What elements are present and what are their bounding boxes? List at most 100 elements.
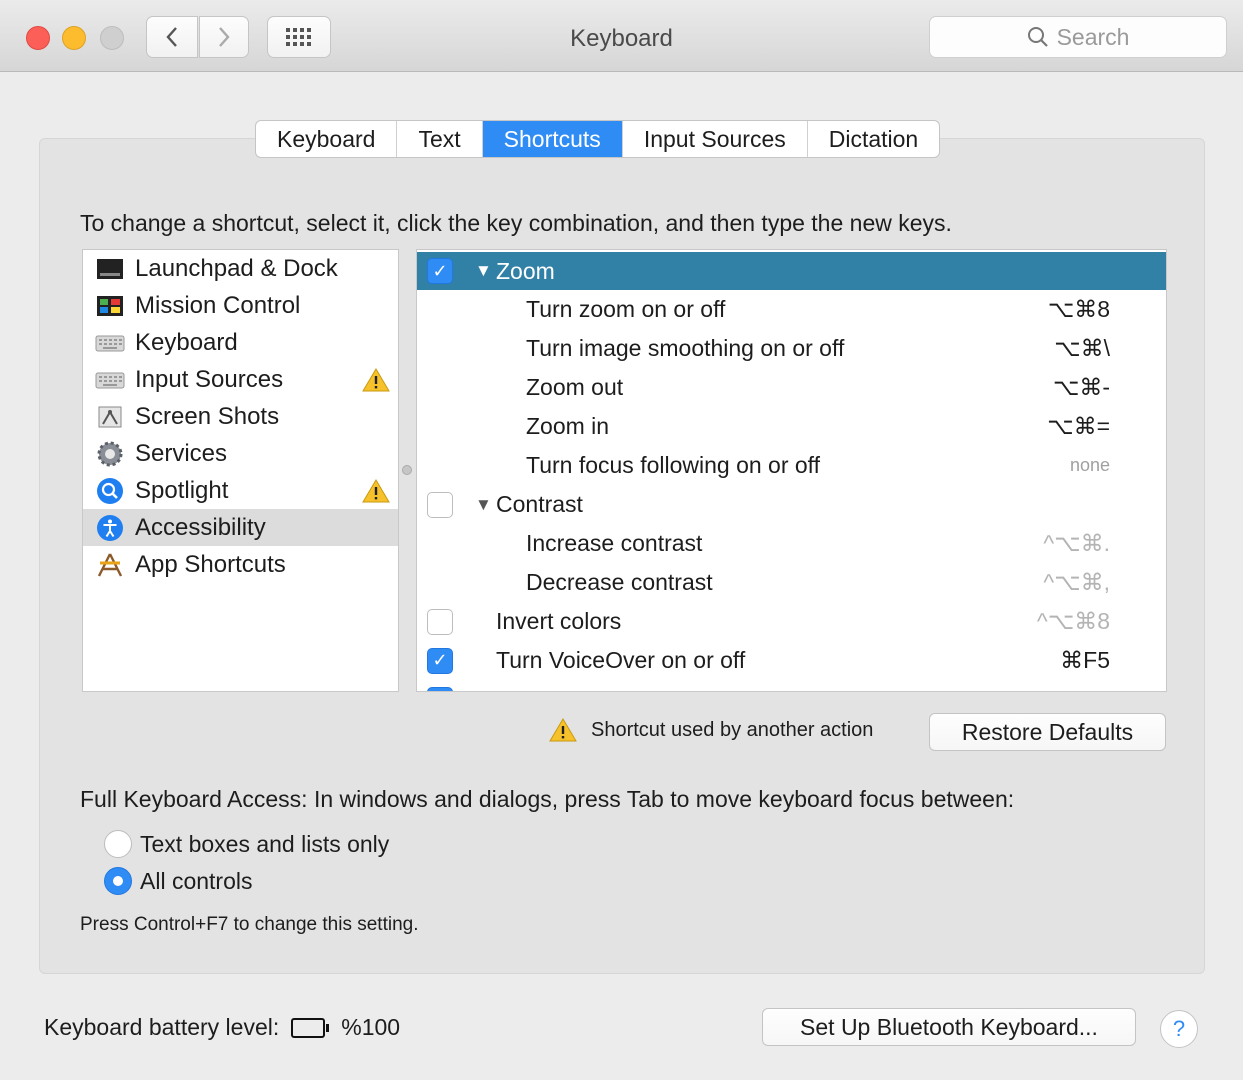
category-screen-shots[interactable]: Screen Shots xyxy=(83,398,398,435)
shortcut-label: Decrease contrast xyxy=(526,569,713,595)
shortcut-keys[interactable]: ⌥⌘8 xyxy=(1048,296,1110,323)
launchpad-icon xyxy=(95,256,125,282)
shortcut-checkbox[interactable]: ✓ xyxy=(427,686,453,691)
shortcut-row[interactable]: Invert colors ^⌥⌘8 xyxy=(417,602,1166,641)
category-spotlight[interactable]: Spotlight xyxy=(83,472,398,509)
tab-text[interactable]: Text xyxy=(397,121,483,157)
category-label: Services xyxy=(135,439,228,467)
search-placeholder: Search xyxy=(1056,23,1130,50)
shortcut-keys[interactable]: ⌥⌘\ xyxy=(1054,335,1110,362)
shortcut-label: Turn focus following on or off xyxy=(526,452,821,478)
tab-keyboard[interactable]: Keyboard xyxy=(256,121,398,157)
battery-level: Keyboard battery level: %100 xyxy=(44,1014,400,1041)
shortcut-label: Turn image smoothing on or off xyxy=(526,335,845,361)
disclosure-triangle-icon[interactable]: ▼ xyxy=(475,495,492,515)
setup-bluetooth-keyboard-button[interactable]: Set Up Bluetooth Keyboard... xyxy=(762,1008,1136,1046)
category-app-shortcuts[interactable]: App Shortcuts xyxy=(83,546,398,583)
radio-label: Text boxes and lists only xyxy=(140,830,390,857)
shortcut-row[interactable]: Decrease contrast ^⌥⌘, xyxy=(417,563,1166,602)
radio-label: All controls xyxy=(140,867,253,894)
shortcut-keys[interactable]: none xyxy=(1070,455,1110,476)
tab-dictation[interactable]: Dictation xyxy=(808,121,939,157)
category-list: Launchpad & Dock Mission Control Keyboar… xyxy=(82,249,399,692)
search-field[interactable]: Search xyxy=(929,16,1227,58)
shortcut-checkbox[interactable]: ✓ xyxy=(427,258,453,284)
full-keyboard-access-label: Full Keyboard Access: In windows and dia… xyxy=(80,786,1015,812)
category-launchpad-dock[interactable]: Launchpad & Dock xyxy=(83,250,398,287)
tab-input-sources[interactable]: Input Sources xyxy=(623,121,808,157)
restore-defaults-button[interactable]: Restore Defaults xyxy=(929,713,1166,751)
instructions-text: To change a shortcut, select it, click t… xyxy=(80,210,952,236)
screenshot-icon xyxy=(95,404,125,430)
radio-button[interactable] xyxy=(104,830,132,858)
shortcut-row[interactable]: ✓ Turn VoiceOver on or off ⌘F5 xyxy=(417,641,1166,680)
warning-icon xyxy=(362,479,390,510)
mission-control-icon xyxy=(95,293,125,319)
shortcut-checkbox[interactable] xyxy=(427,491,453,518)
shortcut-keys[interactable]: ^⌥⌘. xyxy=(1043,530,1110,557)
shortcut-checkbox[interactable]: ✓ xyxy=(427,647,453,674)
battery-label: Keyboard battery level: xyxy=(44,1014,280,1040)
shortcut-row[interactable]: Turn focus following on or off none xyxy=(417,446,1166,485)
shortcut-group-contrast[interactable]: ▼ Contrast xyxy=(417,485,1166,524)
shortcut-keys[interactable]: ⌥⌘= xyxy=(1047,413,1110,440)
battery-value: %100 xyxy=(341,1014,401,1040)
shortcut-label: Turn zoom on or off xyxy=(526,296,726,322)
shortcut-row[interactable]: Zoom in ⌥⌘= xyxy=(417,407,1166,446)
shortcut-row[interactable]: Turn image smoothing on or off ⌥⌘\ xyxy=(417,329,1166,368)
shortcut-keys[interactable]: ^⌥⌘, xyxy=(1043,569,1110,596)
category-services[interactable]: Services xyxy=(83,435,398,472)
shortcut-row[interactable]: Increase contrast ^⌥⌘. xyxy=(417,524,1166,563)
warning-text: Shortcut used by another action xyxy=(591,718,874,741)
category-keyboard[interactable]: Keyboard xyxy=(83,324,398,361)
category-label: Screen Shots xyxy=(135,402,280,430)
category-accessibility[interactable]: Accessibility xyxy=(83,509,398,546)
shortcut-group-zoom[interactable]: ✓ ▼ Zoom xyxy=(417,252,1166,290)
shortcut-row[interactable]: Turn zoom on or off ⌥⌘8 xyxy=(417,290,1166,329)
app-shortcuts-icon xyxy=(95,552,125,578)
shortcut-label: Zoom out xyxy=(526,374,624,400)
category-label: Keyboard xyxy=(135,328,238,356)
category-label: Accessibility xyxy=(135,513,266,541)
radio-button[interactable] xyxy=(104,867,132,895)
help-button[interactable]: ? xyxy=(1160,1010,1198,1048)
shortcut-label: Invert colors xyxy=(496,608,622,634)
shortcut-keys[interactable]: ^⌥⌘8 xyxy=(1037,608,1110,635)
tab-bar: Keyboard Text Shortcuts Input Sources Di… xyxy=(255,120,941,158)
keyboard-access-hint: Press Control+F7 to change this setting. xyxy=(80,914,419,935)
battery-icon xyxy=(291,1017,330,1038)
radio-text-boxes-only[interactable]: Text boxes and lists only xyxy=(104,830,389,858)
keyboard-icon xyxy=(95,367,125,393)
keyboard-icon xyxy=(95,330,125,356)
category-input-sources[interactable]: Input Sources xyxy=(83,361,398,398)
title-bar: Keyboard Search xyxy=(0,0,1243,72)
shortcut-label: Zoom xyxy=(496,257,555,284)
shortcut-row[interactable]: Zoom out ⌥⌘- xyxy=(417,368,1166,407)
category-mission-control[interactable]: Mission Control xyxy=(83,287,398,324)
shortcut-row-partial[interactable]: ✓ xyxy=(417,680,1166,691)
shortcut-checkbox[interactable] xyxy=(427,608,453,635)
category-label: Mission Control xyxy=(135,291,301,319)
category-label: Spotlight xyxy=(135,476,229,504)
split-view-divider[interactable] xyxy=(402,465,412,475)
accessibility-icon xyxy=(95,514,125,541)
shortcut-list: ✓ ▼ Zoom Turn zoom on or off ⌥⌘8 Turn im… xyxy=(416,249,1167,692)
category-label: Input Sources xyxy=(135,365,284,393)
disclosure-triangle-icon[interactable]: ▼ xyxy=(475,261,492,281)
category-label: Launchpad & Dock xyxy=(135,254,338,282)
radio-all-controls[interactable]: All controls xyxy=(104,867,252,895)
shortcut-keys[interactable]: ⌥⌘- xyxy=(1053,374,1110,401)
shortcut-label: Contrast xyxy=(496,491,583,517)
shortcut-label: Turn VoiceOver on or off xyxy=(496,647,746,673)
shortcut-label: Zoom in xyxy=(526,413,610,439)
shortcut-keys[interactable]: ⌘F5 xyxy=(1060,647,1110,674)
spotlight-icon xyxy=(95,477,125,504)
warning-icon xyxy=(362,368,390,399)
shortcut-label: Increase contrast xyxy=(526,530,703,556)
warning-icon xyxy=(549,718,577,742)
gear-icon xyxy=(95,441,125,467)
search-icon xyxy=(1027,27,1048,47)
tab-shortcuts[interactable]: Shortcuts xyxy=(482,121,623,157)
category-label: App Shortcuts xyxy=(135,550,286,578)
conflict-warning: Shortcut used by another action xyxy=(549,718,873,742)
